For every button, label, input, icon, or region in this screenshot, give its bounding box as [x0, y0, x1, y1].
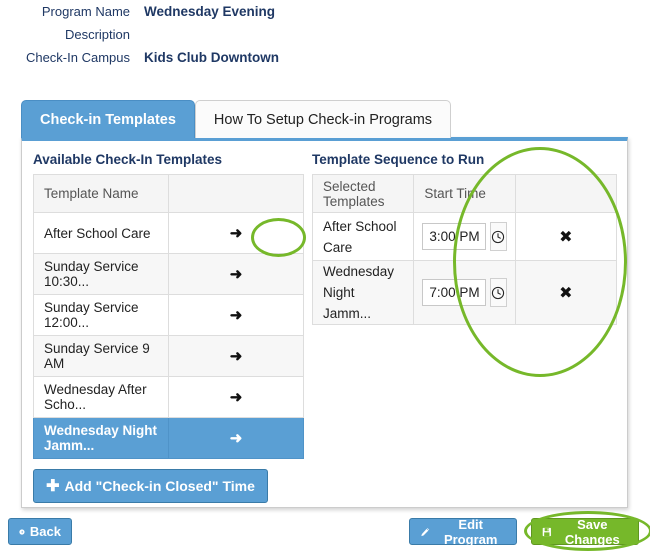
arrow-right-icon: ➜: [229, 430, 243, 447]
column-header-remove: [514, 174, 618, 213]
add-template-button[interactable]: ➜: [168, 417, 304, 459]
tab-bar: Check-in Templates How To Setup Check-in…: [21, 100, 452, 138]
table-row: After School Care ✖: [311, 212, 618, 261]
template-name-cell: Sunday Service 9 AM: [33, 335, 169, 377]
close-x-icon: ✖: [559, 282, 573, 302]
back-button-label: Back: [29, 524, 61, 539]
start-time-input[interactable]: [422, 279, 487, 306]
save-changes-button-label: Save Changes: [564, 516, 620, 547]
arrow-right-icon: ➜: [229, 225, 243, 242]
add-template-button[interactable]: ➜: [168, 253, 304, 295]
arrow-right-icon: ➜: [229, 348, 243, 365]
table-row: Wednesday Night Jamm... 7:00 PM ✖: [311, 260, 618, 325]
clock-icon: [492, 286, 505, 299]
clock-picker-button[interactable]: [490, 222, 507, 251]
table-row[interactable]: Sunday Service 10:30... ➜: [33, 253, 304, 295]
template-name-cell: Sunday Service 10:30...: [33, 253, 169, 295]
add-template-button[interactable]: ➜: [168, 335, 304, 377]
check-in-templates-panel: Available Check-In Templates Template Se…: [21, 137, 628, 508]
close-x-icon: ✖: [559, 226, 573, 246]
table-row[interactable]: After School Care ➜: [33, 212, 304, 254]
arrow-right-icon: ➜: [229, 307, 243, 324]
start-time-cell: [413, 260, 516, 325]
plus-icon: ✚: [46, 478, 60, 495]
column-header-start-time: Start Time: [413, 174, 516, 213]
arrow-right-icon: ➜: [229, 389, 243, 406]
remove-template-button[interactable]: ✖: [514, 212, 618, 261]
column-header-template-name: Template Name: [33, 174, 169, 213]
template-name-cell: Sunday Service 12:00...: [33, 294, 169, 336]
edit-program-button[interactable]: Edit Program: [409, 516, 517, 547]
selected-template-name: Wednesday Night Jamm...: [311, 260, 415, 325]
table-row[interactable]: Wednesday After Scho... ➜: [33, 376, 304, 418]
program-info-block: Program Name Wednesday Evening Descripti…: [0, 4, 420, 73]
info-label-description: Description: [64, 27, 130, 42]
table-row-selected[interactable]: Wednesday Night Jamm... ➜: [33, 417, 304, 459]
template-name-cell: Wednesday After Scho...: [33, 376, 169, 418]
save-changes-button[interactable]: Save Changes: [531, 516, 639, 547]
template-name-cell: After School Care: [33, 212, 169, 254]
column-header-selected-templates: Selected Templates: [311, 174, 415, 213]
table-header-row: Selected Templates Start Time: [311, 174, 618, 213]
save-floppy-icon: [542, 527, 551, 536]
info-row-description: Description: [0, 27, 420, 50]
back-circle-arrow-icon: [19, 528, 25, 535]
remove-template-button[interactable]: ✖: [514, 260, 618, 325]
selected-template-name: After School Care: [311, 212, 415, 261]
info-row-checkin-campus: Check-In Campus Kids Club Downtown: [0, 50, 420, 73]
clock-picker-button[interactable]: [490, 278, 507, 307]
table-header-row: Template Name: [33, 174, 304, 213]
edit-program-button-label: Edit Program: [443, 516, 498, 547]
pencil-icon: [421, 527, 430, 536]
template-sequence-title: Template Sequence to Run: [312, 152, 485, 167]
info-value-checkin-campus: Kids Club Downtown: [144, 50, 279, 65]
info-value-program-name: Wednesday Evening: [144, 4, 276, 19]
table-row[interactable]: Sunday Service 12:00... ➜: [33, 294, 304, 336]
add-template-button[interactable]: ➜: [168, 212, 304, 254]
start-time-cell: [413, 212, 516, 261]
clock-icon: [492, 230, 505, 243]
add-check-in-closed-time-button[interactable]: ✚ Add "Check-in Closed" Time: [33, 469, 268, 503]
table-row[interactable]: Sunday Service 9 AM ➜: [33, 335, 304, 377]
template-sequence-table: Selected Templates Start Time After Scho…: [311, 174, 618, 325]
info-label-checkin-campus: Check-In Campus: [25, 50, 130, 65]
add-check-in-closed-time-label: Add "Check-in Closed" Time: [64, 478, 255, 494]
tab-how-to-setup-check-in-programs[interactable]: How To Setup Check-in Programs: [194, 100, 452, 138]
add-template-button[interactable]: ➜: [168, 294, 304, 336]
template-name-cell: Wednesday Night Jamm...: [33, 417, 169, 459]
arrow-right-icon: ➜: [229, 266, 243, 283]
start-time-input[interactable]: [422, 223, 487, 250]
info-row-program-name: Program Name Wednesday Evening: [0, 4, 420, 27]
available-templates-title: Available Check-In Templates: [33, 152, 223, 167]
info-label-program-name: Program Name: [41, 4, 130, 19]
tab-check-in-templates[interactable]: Check-in Templates: [21, 100, 195, 138]
column-header-action: [168, 174, 304, 213]
add-template-button[interactable]: ➜: [168, 376, 304, 418]
available-templates-table: Template Name After School Care ➜ Sunday…: [33, 174, 304, 459]
back-button[interactable]: Back: [8, 518, 72, 545]
